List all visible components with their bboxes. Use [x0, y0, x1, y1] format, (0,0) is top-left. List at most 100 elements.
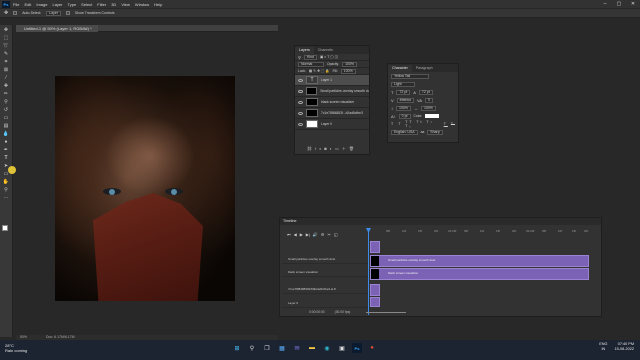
visibility-eye-icon[interactable] — [298, 100, 303, 104]
baseline-field[interactable]: 0 pt — [398, 113, 411, 119]
layer-name[interactable]: Layer 1 — [321, 78, 332, 82]
next-frame-icon[interactable]: ▶| — [306, 232, 310, 237]
hscale-field[interactable]: 100% — [420, 105, 436, 111]
gradient-tool-icon[interactable]: ▤ — [3, 123, 10, 129]
pen-tool-icon[interactable]: ✒ — [3, 147, 10, 153]
artwork-image[interactable] — [55, 76, 235, 301]
tab-layers[interactable]: Layers — [295, 47, 314, 54]
layer-name[interactable]: Small particles overlay smooth dust — [320, 89, 369, 93]
text-color-swatch[interactable] — [425, 114, 440, 118]
link-layers-icon[interactable]: ⛓ — [307, 146, 315, 151]
marquee-tool-icon[interactable]: ⬚ — [3, 35, 10, 41]
tab-character[interactable]: Character — [388, 65, 412, 72]
widgets-icon[interactable]: ▦ — [277, 343, 287, 353]
timeline-clip[interactable] — [370, 297, 380, 307]
browser-icon[interactable]: ● — [367, 343, 377, 353]
play-icon[interactable]: ▶ — [300, 232, 303, 237]
settings-icon[interactable]: ⚙ — [321, 232, 325, 237]
visibility-eye-icon[interactable] — [298, 111, 303, 115]
kind-filter-dropdown[interactable]: Kind — [303, 54, 317, 60]
brush-tool-icon[interactable]: ✏ — [3, 91, 10, 97]
font-family-dropdown[interactable]: Yellow Tail — [391, 73, 429, 79]
transition-icon[interactable]: ◱ — [334, 232, 338, 237]
layer-row[interactable]: 7c1e78f84883f...b2ad6cfbe3 — [295, 108, 369, 119]
menu-window[interactable]: Window — [135, 2, 149, 7]
tracking-field[interactable]: 0 — [425, 97, 433, 103]
edge-icon[interactable]: ◉ — [322, 343, 332, 353]
canvas-area[interactable] — [16, 33, 278, 335]
frame-tool-icon[interactable]: ⊠ — [3, 67, 10, 73]
layer-row[interactable]: Layer 0 — [295, 119, 369, 130]
font-size-field[interactable]: 72 pt — [396, 89, 411, 95]
photoshop-app-icon[interactable]: Ps — [352, 343, 362, 353]
search-icon[interactable]: ⚲ — [247, 343, 257, 353]
track-label[interactable]: Layer 0 — [282, 298, 368, 308]
menu-3d[interactable]: 3D — [111, 2, 116, 7]
zoom-tool-icon[interactable]: ⚲ — [3, 187, 10, 193]
task-view-icon[interactable]: ❐ — [262, 343, 272, 353]
menu-help[interactable]: Help — [154, 2, 162, 7]
fill-field[interactable]: 100% — [340, 68, 356, 74]
clone-stamp-tool-icon[interactable]: ⚲ — [3, 99, 10, 105]
track-label[interactable]: 7c1e78f84883f0c69b2ad6cfbe3.el.8 — [282, 284, 368, 294]
history-brush-tool-icon[interactable]: ↺ — [3, 107, 10, 113]
menu-file[interactable]: File — [13, 2, 19, 7]
weather-widget[interactable]: 28°C Rain coming — [5, 343, 27, 353]
hand-tool-icon[interactable]: ✋ — [3, 179, 10, 185]
language-dropdown[interactable]: English: USA — [391, 129, 418, 135]
close-icon[interactable]: ✕ — [626, 0, 640, 8]
leading-field[interactable]: 72 pt — [418, 89, 433, 95]
timeline-clip[interactable] — [370, 284, 380, 296]
trash-icon[interactable]: 🗑 — [349, 146, 357, 151]
transform-controls-checkbox[interactable] — [66, 11, 71, 15]
dodge-tool-icon[interactable]: ● — [3, 139, 10, 145]
layer-name[interactable]: 7c1e78f84883f...b2ad6cfbe3 — [321, 111, 363, 115]
lock-icons[interactable]: ▦ ✎ ✥ ⬚ 🔒 — [309, 69, 330, 73]
visibility-eye-icon[interactable] — [298, 78, 303, 82]
quick-select-tool-icon[interactable]: ✎ — [3, 51, 10, 57]
healing-brush-tool-icon[interactable]: ✚ — [3, 83, 10, 89]
chat-icon[interactable]: ✉ — [292, 343, 302, 353]
type-tool-icon[interactable]: T — [3, 155, 10, 161]
previous-frame-icon[interactable]: ◀ — [294, 232, 297, 237]
file-explorer-icon[interactable]: ▬ — [307, 343, 317, 353]
menu-layer[interactable]: Layer — [52, 2, 62, 7]
move-tool-icon[interactable]: ✥ — [4, 10, 8, 16]
track-label[interactable]: black screen visualizer — [282, 267, 368, 277]
doc-size[interactable]: Doc: 6.17M/6.17M — [46, 335, 75, 339]
menu-edit[interactable]: Edit — [24, 2, 31, 7]
layer-row[interactable]: Small particles overlay smooth dust — [295, 86, 369, 97]
audio-icon[interactable]: 🔊 — [313, 232, 318, 237]
timeline-clip[interactable] — [370, 241, 380, 253]
zoom-level[interactable]: 50% — [20, 335, 27, 339]
maximize-icon[interactable]: ▢ — [612, 0, 626, 8]
track-label[interactable]: Small particles overlay smooth dust — [282, 254, 368, 264]
tab-paragraph[interactable]: Paragraph — [412, 65, 437, 72]
visibility-eye-icon[interactable] — [298, 122, 303, 126]
anti-alias-dropdown[interactable]: Sharp — [427, 129, 443, 135]
fx-icon[interactable]: fx — [315, 146, 324, 151]
layer-row[interactable]: T Layer 1 — [295, 75, 369, 86]
timeline-clip[interactable]: black screen visualizer — [370, 268, 589, 280]
split-icon[interactable]: ✂ — [327, 232, 330, 237]
style-buttons-row[interactable]: T T TT Tt T¹ T₁ T T — [388, 120, 458, 128]
foreground-color-swatch[interactable] — [2, 225, 8, 231]
timeline-title[interactable]: Timeline — [280, 218, 601, 225]
store-icon[interactable]: ▣ — [337, 343, 347, 353]
timeline-clip[interactable]: Small particles overlay smooth dust — [370, 255, 589, 267]
move-tool-icon[interactable]: ✥ — [3, 27, 10, 33]
filter-icons[interactable]: ▣ ◐ T ▢ ◫ — [320, 55, 338, 59]
blur-tool-icon[interactable]: 💧 — [3, 131, 10, 137]
crop-tool-icon[interactable]: ⌗ — [3, 59, 10, 65]
vscale-field[interactable]: 100% — [396, 105, 411, 111]
zoom-slider[interactable] — [366, 311, 407, 313]
opacity-field[interactable]: 100% — [342, 61, 358, 67]
timeline-ruler[interactable]: 05f 10f 15f 20f 01:00f 05f 10f 15f 20f 0… — [372, 229, 604, 236]
system-tray[interactable]: ENG IN 07:40 PM 15-08-2022 — [599, 342, 634, 352]
blend-mode-dropdown[interactable]: Normal — [298, 61, 324, 67]
menu-type[interactable]: Type — [68, 2, 77, 7]
eyedropper-tool-icon[interactable]: ⁄ — [3, 75, 10, 81]
menu-filter[interactable]: Filter — [97, 2, 106, 7]
go-to-first-frame-icon[interactable]: ⏮ — [287, 232, 291, 237]
kerning-field[interactable]: Metrics — [396, 97, 414, 103]
